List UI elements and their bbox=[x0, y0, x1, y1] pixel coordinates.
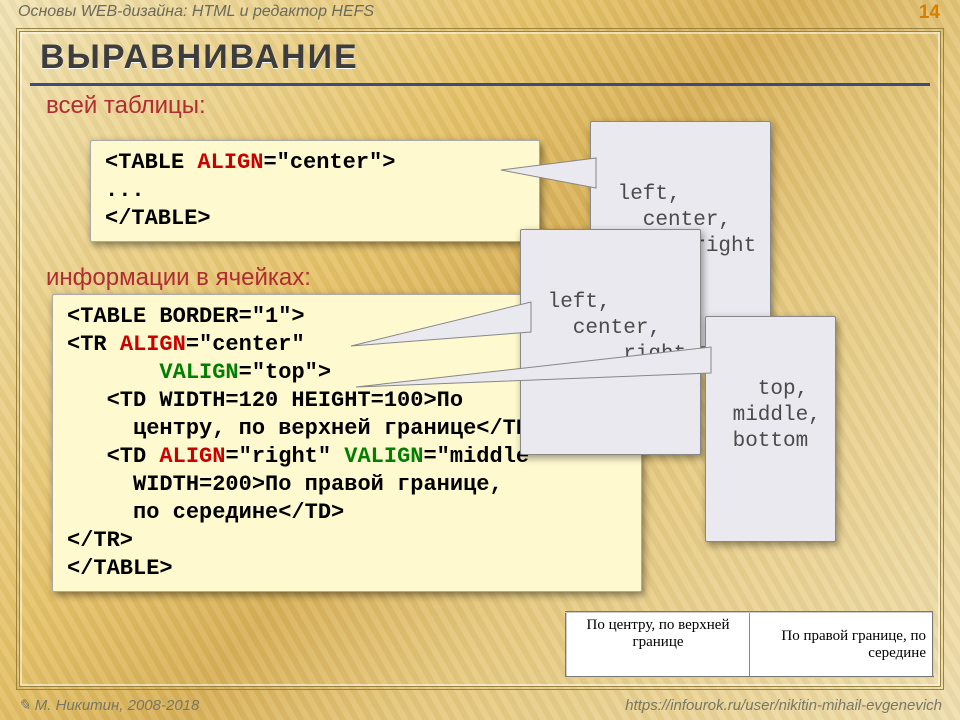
callout-align-2: left, center, right bbox=[520, 229, 701, 455]
slide-body: ВЫРАВНИВАНИЕ всей таблицы: <TABLE ALIGN=… bbox=[16, 28, 944, 690]
page-title: ВЫРАВНИВАНИЕ bbox=[40, 38, 940, 77]
title-underline bbox=[30, 83, 930, 86]
preview-table: По центру, по верхней границе По правой … bbox=[565, 611, 934, 678]
callout-valign: top, middle, bottom bbox=[705, 316, 836, 542]
callout-tail-icon bbox=[501, 158, 601, 208]
subtitle-1: всей таблицы: bbox=[46, 92, 940, 120]
subtitle-2: информации в ячейках: bbox=[46, 264, 311, 292]
page-number: 14 bbox=[919, 2, 940, 24]
footer-right: https://infourok.ru/user/nikitin-mihail-… bbox=[625, 697, 942, 714]
callout-tail-icon bbox=[356, 347, 716, 407]
footer-left: ✎ М. Никитин, 2008-2018 bbox=[18, 696, 199, 714]
breadcrumb: Основы WEB-дизайна: HTML и редактор HEFS bbox=[18, 3, 942, 21]
preview-cell-1: По центру, по верхней границе bbox=[566, 612, 750, 677]
preview-cell-2: По правой границе, по середине bbox=[750, 612, 934, 677]
table-row: По центру, по верхней границе По правой … bbox=[566, 612, 933, 677]
code-sample-1: <TABLE ALIGN="center"> ... </TABLE> bbox=[90, 140, 540, 242]
